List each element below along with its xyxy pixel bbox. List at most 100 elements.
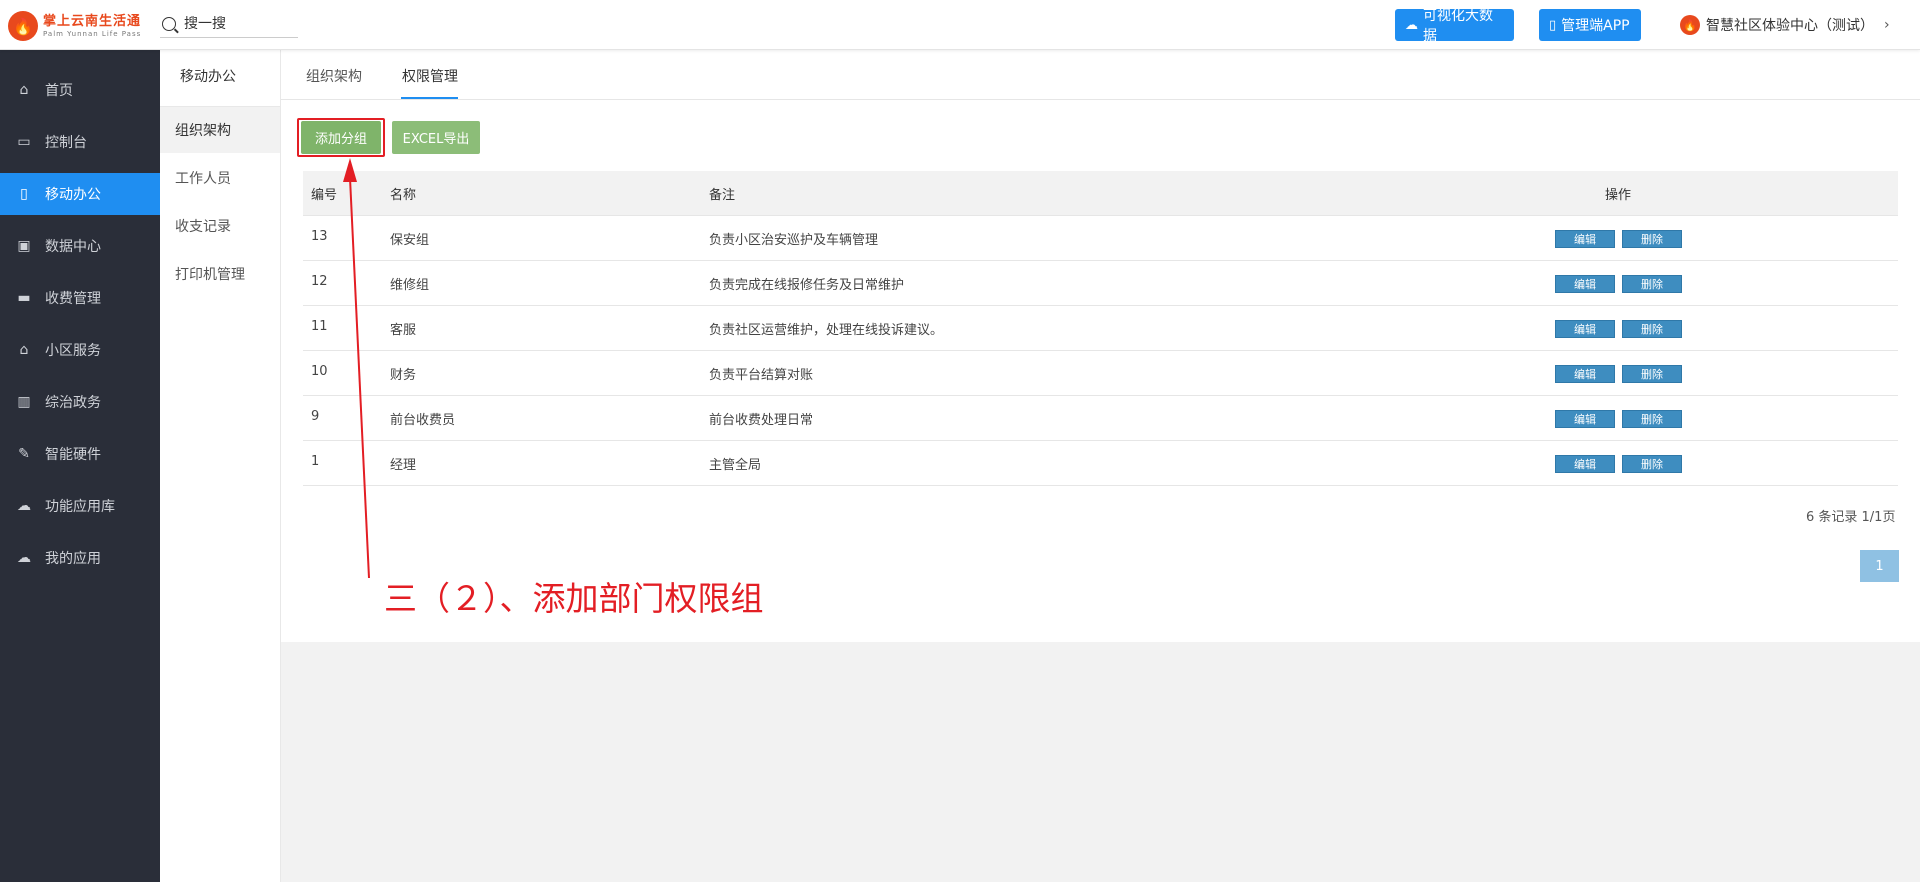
search-icon[interactable] bbox=[162, 16, 176, 31]
sidebar-item-mobile-office[interactable]: ▯ 移动办公 bbox=[0, 173, 160, 215]
cell-name: 客服 bbox=[390, 323, 417, 338]
cell-note: 负责小区治安巡护及车辆管理 bbox=[709, 233, 879, 248]
tab-permissions[interactable]: 权限管理 bbox=[402, 66, 458, 86]
add-group-button[interactable]: 添加分组 bbox=[301, 121, 381, 154]
table-header: 编号 名称 备注 操作 bbox=[303, 171, 1898, 216]
delete-button[interactable]: 删除 bbox=[1622, 275, 1682, 293]
cell-note: 主管全局 bbox=[709, 458, 762, 473]
logo-text-en: Palm Yunnan Life Pass bbox=[43, 29, 142, 38]
bank-icon: ▥ bbox=[17, 394, 31, 410]
edit-button[interactable]: 编辑 bbox=[1555, 320, 1615, 338]
table-row: 9 前台收费员 前台收费处理日常 编辑 删除 bbox=[303, 396, 1898, 441]
admin-app-button[interactable]: ▯ 管理端APP bbox=[1539, 9, 1641, 41]
cell-note: 负责完成在线报修任务及日常维护 bbox=[709, 278, 905, 293]
edit-button[interactable]: 编辑 bbox=[1555, 455, 1615, 473]
cloud-icon: ☁ bbox=[1405, 17, 1418, 33]
home-icon: ⌂ bbox=[19, 342, 29, 358]
page-button[interactable]: 1 bbox=[1860, 550, 1899, 582]
cell-id: 9 bbox=[311, 409, 320, 424]
mobile-icon: ▯ bbox=[20, 186, 28, 202]
bigdata-button-label: 可视化大数据 bbox=[1423, 8, 1493, 44]
phone-icon: ▯ bbox=[1549, 17, 1557, 33]
sidebar-item-governance[interactable]: ▥ 综治政务 bbox=[0, 381, 160, 423]
delete-button[interactable]: 删除 bbox=[1622, 320, 1682, 338]
cell-note: 前台收费处理日常 bbox=[709, 413, 814, 428]
top-header: 🔥 掌上云南生活通 Palm Yunnan Life Pass ☁ 可视化大数据… bbox=[0, 0, 1920, 50]
sidebar-item-data-center[interactable]: ▣ 数据中心 bbox=[0, 225, 160, 267]
cloud-download-icon: ☁ bbox=[17, 498, 31, 514]
annotation-caption: 三（２）、添加部门权限组 bbox=[384, 579, 764, 618]
sidebar-item-label: 控制台 bbox=[45, 135, 87, 151]
tab-bar: 组织架构 权限管理 bbox=[281, 50, 1920, 100]
edit-button[interactable]: 编辑 bbox=[1555, 230, 1615, 248]
cell-id: 12 bbox=[311, 274, 328, 289]
delete-button[interactable]: 删除 bbox=[1622, 410, 1682, 428]
submenu-item-income-expense[interactable]: 收支记录 bbox=[160, 203, 280, 249]
cell-id: 13 bbox=[311, 229, 328, 244]
sidebar-item-label: 智能硬件 bbox=[45, 447, 101, 463]
sidebar-item-label: 综治政务 bbox=[45, 395, 101, 411]
app-logo[interactable]: 🔥 掌上云南生活通 Palm Yunnan Life Pass bbox=[8, 10, 141, 42]
cloud-icon: ☁ bbox=[17, 550, 31, 566]
sidebar-item-billing[interactable]: ▬ 收费管理 bbox=[0, 277, 160, 319]
sidebar-item-label: 收费管理 bbox=[45, 291, 101, 307]
sidebar-item-label: 首页 bbox=[45, 83, 73, 99]
cell-id: 11 bbox=[311, 319, 328, 334]
cell-name: 保安组 bbox=[390, 233, 430, 248]
cell-id: 1 bbox=[311, 454, 320, 469]
main-sidebar: ⌂ 首页 ▭ 控制台 ▯ 移动办公 ▣ 数据中心 ▬ 收费管理 ⌂ 小区服务 ▥… bbox=[0, 50, 160, 882]
table-row: 10 财务 负责平台结算对账 编辑 删除 bbox=[303, 351, 1898, 396]
search-input[interactable] bbox=[184, 15, 294, 32]
sub-menu: 移动办公 组织架构 工作人员 收支记录 打印机管理 bbox=[160, 50, 281, 882]
cell-note: 负责平台结算对账 bbox=[709, 368, 814, 383]
submenu-item-printer[interactable]: 打印机管理 bbox=[160, 251, 280, 297]
admin-app-button-label: 管理端APP bbox=[1561, 18, 1630, 34]
submenu-item-staff[interactable]: 工作人员 bbox=[160, 155, 280, 201]
cell-name: 经理 bbox=[390, 458, 417, 473]
edit-button[interactable]: 编辑 bbox=[1555, 365, 1615, 383]
sidebar-item-label: 移动办公 bbox=[45, 187, 101, 203]
tab-org-structure[interactable]: 组织架构 bbox=[306, 66, 362, 86]
cell-name: 财务 bbox=[390, 368, 417, 383]
credit-card-icon: ▬ bbox=[17, 290, 31, 306]
main-content: 组织架构 权限管理 添加分组 EXCEL导出 编号 名称 备注 操作 13 保安… bbox=[281, 50, 1920, 642]
chevron-right-icon: › bbox=[1884, 17, 1890, 33]
wrench-icon: ✎ bbox=[18, 446, 30, 462]
edit-button[interactable]: 编辑 bbox=[1555, 410, 1615, 428]
cell-name: 前台收费员 bbox=[390, 413, 456, 428]
cell-note: 负责社区运营维护，处理在线投诉建议。 bbox=[709, 323, 944, 338]
column-header-actions: 操作 bbox=[1605, 188, 1632, 203]
submenu-title: 移动办公 bbox=[180, 69, 236, 85]
bigdata-button[interactable]: ☁ 可视化大数据 bbox=[1395, 8, 1514, 44]
briefcase-icon: ▣ bbox=[17, 238, 31, 254]
sidebar-item-console[interactable]: ▭ 控制台 bbox=[0, 121, 160, 163]
column-header-id: 编号 bbox=[311, 188, 338, 203]
logo-icon: 🔥 bbox=[8, 11, 38, 41]
active-tab-indicator bbox=[401, 97, 458, 99]
sidebar-item-label: 我的应用 bbox=[45, 551, 101, 567]
table-row: 11 客服 负责社区运营维护，处理在线投诉建议。 编辑 删除 bbox=[303, 306, 1898, 351]
sidebar-item-my-apps[interactable]: ☁ 我的应用 bbox=[0, 537, 160, 579]
community-selector[interactable]: 🔥 智慧社区体验中心（测试） › bbox=[1680, 14, 1890, 36]
cell-id: 10 bbox=[311, 364, 328, 379]
column-header-note: 备注 bbox=[709, 188, 736, 203]
home-icon: ⌂ bbox=[19, 82, 29, 98]
delete-button[interactable]: 删除 bbox=[1622, 365, 1682, 383]
sidebar-item-community-service[interactable]: ⌂ 小区服务 bbox=[0, 329, 160, 371]
sidebar-item-home[interactable]: ⌂ 首页 bbox=[0, 69, 160, 111]
delete-button[interactable]: 删除 bbox=[1622, 455, 1682, 473]
sidebar-item-app-library[interactable]: ☁ 功能应用库 bbox=[0, 485, 160, 527]
edit-button[interactable]: 编辑 bbox=[1555, 275, 1615, 293]
column-header-name: 名称 bbox=[390, 188, 417, 203]
table-row: 12 维修组 负责完成在线报修任务及日常维护 编辑 删除 bbox=[303, 261, 1898, 306]
search-box bbox=[160, 10, 298, 38]
community-name: 智慧社区体验中心（测试） bbox=[1706, 18, 1874, 34]
submenu-item-org-structure[interactable]: 组织架构 bbox=[160, 107, 280, 153]
sidebar-item-label: 功能应用库 bbox=[45, 499, 115, 515]
sidebar-item-label: 数据中心 bbox=[45, 239, 101, 255]
delete-button[interactable]: 删除 bbox=[1622, 230, 1682, 248]
laptop-icon: ▭ bbox=[17, 134, 31, 150]
excel-export-button[interactable]: EXCEL导出 bbox=[392, 121, 480, 154]
table-row: 13 保安组 负责小区治安巡护及车辆管理 编辑 删除 bbox=[303, 216, 1898, 261]
sidebar-item-smart-hardware[interactable]: ✎ 智能硬件 bbox=[0, 433, 160, 475]
